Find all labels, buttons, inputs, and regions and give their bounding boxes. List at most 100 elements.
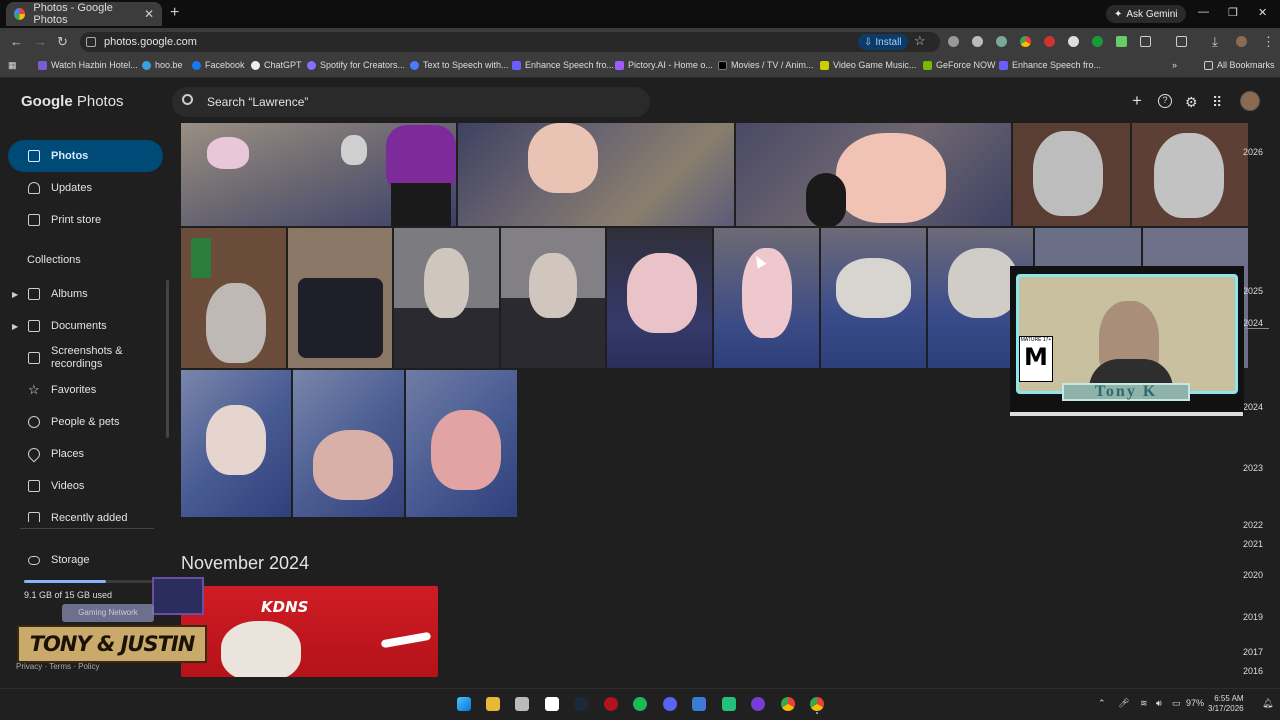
more-bookmarks-button[interactable]: » (1172, 60, 1177, 70)
downloads-icon[interactable]: ⤓ (1212, 34, 1218, 50)
address-bar[interactable]: photos.google.com (80, 32, 940, 52)
record-app-icon[interactable] (604, 697, 618, 711)
volume-icon[interactable]: 🔊︎ (1156, 698, 1162, 709)
app-blue-icon[interactable] (692, 697, 706, 711)
obs-icon[interactable] (751, 697, 765, 711)
photo-thumbnail[interactable] (607, 228, 712, 368)
bookmark-item[interactable]: Watch Hazbin Hotel... (38, 60, 138, 70)
expand-caret-icon[interactable]: ▶ (12, 322, 18, 331)
timeline-year[interactable]: 2025 (1243, 286, 1263, 296)
extension-circle-icon[interactable] (972, 36, 983, 47)
extension-color-icon[interactable] (1020, 36, 1031, 47)
close-window-button[interactable]: ✕ (1258, 6, 1267, 19)
notification-bell-icon[interactable]: 🔔︎ (1262, 698, 1273, 709)
all-bookmarks-button[interactable]: All Bookmarks (1204, 60, 1275, 70)
bookmark-item[interactable]: Text to Speech with... (410, 60, 509, 70)
browser-tab-photos[interactable]: Photos - Google Photos ✕ (6, 2, 162, 26)
extension-shield-icon[interactable] (948, 36, 959, 47)
start-windows-icon[interactable] (457, 697, 471, 711)
bookmark-item[interactable]: GeForce NOW (923, 60, 996, 70)
timeline-year[interactable]: 2022 (1243, 520, 1263, 530)
photo-thumbnail[interactable] (1132, 123, 1248, 226)
bookmark-item[interactable]: Movies / TV / Anim... (718, 60, 813, 70)
sidebar-item-print-store[interactable]: Print store (8, 204, 163, 236)
bookmark-star-icon[interactable]: ☆ (914, 33, 926, 49)
timeline-year[interactable]: 2017 (1243, 647, 1263, 657)
help-icon[interactable]: ? (1158, 94, 1172, 108)
sidebar-item-places[interactable]: Places (8, 438, 163, 470)
extension-leaf-icon[interactable] (1092, 36, 1103, 47)
sidebar-item-screenshots[interactable]: Screenshots & recordings (8, 342, 163, 374)
steam-icon[interactable] (574, 697, 588, 711)
discord-icon[interactable] (663, 697, 677, 711)
expand-caret-icon[interactable]: ▶ (12, 290, 18, 299)
photo-thumbnail[interactable] (736, 123, 1011, 226)
photo-thumbnail[interactable] (458, 123, 734, 226)
search-input[interactable]: Search “Lawrence” (172, 87, 650, 117)
google-photos-logo[interactable]: Google Photos (21, 93, 124, 110)
maximize-button[interactable]: ❐ (1228, 6, 1238, 19)
timeline-year[interactable]: 2024 (1243, 402, 1263, 412)
sidebar-item-storage[interactable]: Storage (8, 544, 163, 576)
chrome-active-icon[interactable] (810, 697, 824, 711)
bookmark-item[interactable]: Pictory.AI - Home o... (615, 60, 713, 70)
browser-menu-icon[interactable]: ⋮ (1262, 34, 1275, 50)
app-icon[interactable] (545, 697, 559, 711)
bookmark-item[interactable]: ChatGPT (251, 60, 302, 70)
timeline-year-current[interactable]: 2024 (1243, 318, 1263, 328)
file-explorer-icon[interactable] (486, 697, 500, 711)
system-clock[interactable]: 6:55 AM 3/17/2026 (1208, 694, 1244, 714)
sidebar-scrollbar[interactable] (166, 280, 169, 438)
sidebar-item-updates[interactable]: Updates (8, 172, 163, 204)
install-app-button[interactable]: ⇩ Install (858, 34, 908, 50)
sidebar-item-recently-added[interactable]: Recently added (8, 502, 163, 522)
battery-icon[interactable]: ▭ (1172, 698, 1181, 709)
search-icon[interactable] (182, 94, 193, 105)
store-icon[interactable] (515, 697, 529, 711)
bookmark-item[interactable]: Facebook (192, 60, 245, 70)
plus-icon[interactable]: + (1132, 91, 1142, 111)
photo-thumbnail[interactable] (288, 228, 392, 368)
settings-icon[interactable]: ⚙ (1185, 94, 1198, 111)
sidebar-item-favorites[interactable]: ☆ Favorites (8, 374, 163, 406)
terms-link[interactable]: Terms (49, 662, 71, 671)
sidebar-item-videos[interactable]: Videos (8, 470, 163, 502)
new-tab-button[interactable]: + (170, 4, 179, 22)
photo-thumbnail[interactable] (181, 370, 291, 517)
photo-thumbnail[interactable] (181, 123, 456, 226)
ask-gemini-button[interactable]: ✦ Ask Gemini (1106, 5, 1186, 23)
bookmark-item[interactable]: Enhance Speech fro... (999, 60, 1101, 70)
wifi-icon[interactable]: ≋ (1140, 698, 1148, 709)
apps-grid-icon[interactable]: ⠿ (1212, 94, 1222, 111)
minimize-button[interactable]: — (1198, 6, 1209, 18)
bookmark-item[interactable]: Spotify for Creators... (307, 60, 405, 70)
tab-close-icon[interactable]: ✕ (144, 7, 154, 21)
forward-arrow-icon[interactable]: → (34, 34, 47, 49)
app-green-icon[interactable] (722, 697, 736, 711)
spotify-icon[interactable] (633, 697, 647, 711)
sidebar-item-albums[interactable]: ▶ Albums (8, 278, 163, 310)
chrome-icon[interactable] (781, 697, 795, 711)
extension-white-icon[interactable] (1068, 36, 1079, 47)
timeline-year[interactable]: 2026 (1243, 147, 1263, 157)
sidebar-item-photos[interactable]: Photos (8, 140, 163, 172)
bookmark-item[interactable]: Enhance Speech fro... (512, 60, 614, 70)
photo-thumbnail[interactable] (501, 228, 605, 368)
tray-overflow-icon[interactable]: ⌃ (1098, 698, 1106, 709)
profile-avatar-icon[interactable] (1236, 36, 1247, 47)
extension-sheet-icon[interactable] (1116, 36, 1127, 47)
photo-thumbnail[interactable] (714, 228, 819, 368)
account-avatar[interactable] (1240, 91, 1260, 111)
timeline-year[interactable]: 2021 (1243, 539, 1263, 549)
timeline-year[interactable]: 2020 (1243, 570, 1263, 580)
timeline-year[interactable]: 2016 (1243, 666, 1263, 676)
photo-thumbnail[interactable] (293, 370, 404, 517)
extension-green-icon[interactable] (996, 36, 1007, 47)
apps-shortcut-icon[interactable]: ▦ (8, 60, 17, 71)
timeline-year[interactable]: 2019 (1243, 612, 1263, 622)
photo-thumbnail[interactable] (1013, 123, 1130, 226)
sidebar-item-people-pets[interactable]: People & pets (8, 406, 163, 438)
site-info-icon[interactable] (86, 37, 96, 47)
sidebar-item-documents[interactable]: ▶ Documents (8, 310, 163, 342)
photo-thumbnail[interactable]: KDNS (181, 586, 438, 677)
